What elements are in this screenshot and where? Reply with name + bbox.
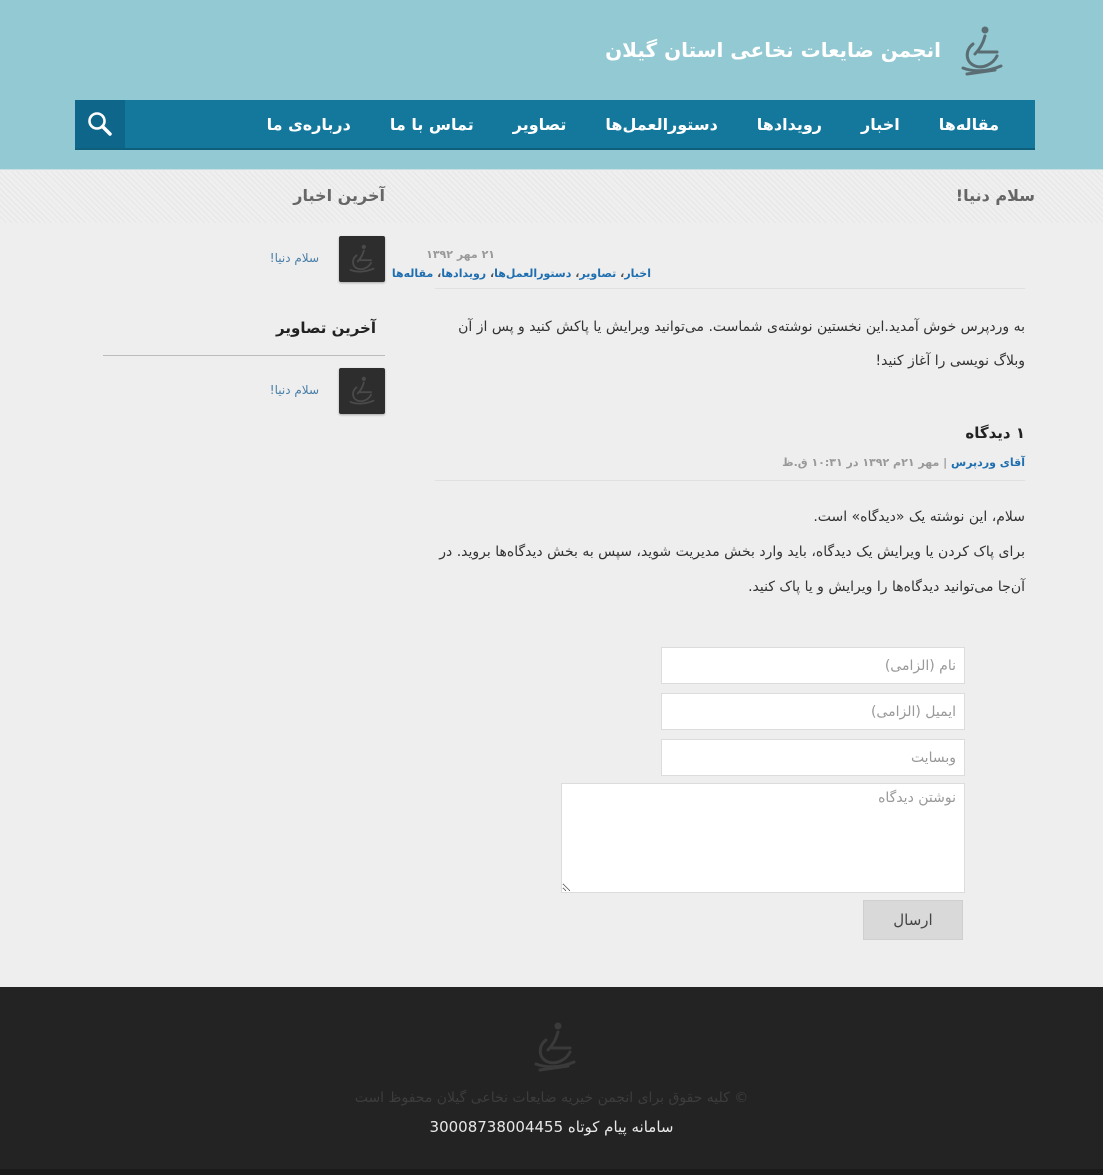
comment-meta: آقای وردپرس | مهر ۲۱م ۱۳۹۲ در ۱۰:۳۱ ق.ظ bbox=[782, 456, 1025, 469]
comment-body: سلام، این نوشته یک «دیدگاه» است. برای پا… bbox=[435, 500, 1025, 605]
sidebar-images-link[interactable]: سلام دنیا! bbox=[270, 383, 319, 397]
site-title[interactable]: انجمن ضایعات نخاعی استان گیلان bbox=[605, 38, 941, 62]
comment-meta-separator: | bbox=[943, 456, 948, 469]
sidebar-latest-images-title: آخرین تصاویر bbox=[276, 319, 376, 337]
wheelchair-logo-icon bbox=[534, 1022, 576, 1072]
comment-line: سلام، این نوشته یک «دیدگاه» است. bbox=[813, 509, 1025, 525]
comment-textarea[interactable] bbox=[561, 783, 965, 893]
nav-item-instructions[interactable]: دستورالعمل‌ها bbox=[605, 115, 717, 134]
site-header: انجمن ضایعات نخاعی استان گیلان مقاله‌ها … bbox=[0, 0, 1103, 170]
search-icon bbox=[88, 112, 112, 136]
post-title: سلام دنیا! bbox=[955, 186, 1035, 205]
submit-button[interactable]: ارسال bbox=[863, 900, 963, 940]
nav-item-contact[interactable]: تماس با ما bbox=[390, 115, 474, 134]
footer-copyright: © کلیه حقوق برای انجمن خیریه ضایعات نخاع… bbox=[354, 1090, 749, 1106]
brand[interactable]: انجمن ضایعات نخاعی استان گیلان bbox=[605, 22, 1007, 78]
main-nav: مقاله‌ها اخبار رویدادها دستورالعمل‌ها تص… bbox=[75, 100, 1035, 150]
nav-item-news[interactable]: اخبار bbox=[861, 115, 900, 134]
email-field[interactable] bbox=[661, 693, 965, 730]
wheelchair-logo-icon bbox=[961, 26, 1003, 76]
name-field[interactable] bbox=[661, 647, 965, 684]
footer-bottom-bar bbox=[0, 1169, 1103, 1175]
search-button[interactable] bbox=[75, 100, 125, 148]
post-date: ۲۱ مهر ۱۳۹۲ bbox=[426, 248, 495, 261]
post-categories: اخبار، تصاویر، دستورالعمل‌ها، رویدادها، … bbox=[391, 267, 651, 280]
site-footer bbox=[0, 987, 1103, 1169]
comment-author-link[interactable]: آقای وردپرس bbox=[951, 456, 1025, 469]
nav-item-articles[interactable]: مقاله‌ها bbox=[939, 115, 999, 134]
divider bbox=[103, 355, 385, 356]
category-link-instructions[interactable]: دستورالعمل‌ها bbox=[494, 267, 571, 280]
website-field[interactable] bbox=[661, 739, 965, 776]
divider bbox=[435, 480, 1025, 481]
wheelchair-logo-icon bbox=[349, 376, 375, 405]
post-thumbnail[interactable] bbox=[339, 236, 385, 282]
post-body: به وردپرس خوش آمدید.این نخستین نوشته‌ی ش… bbox=[458, 319, 1025, 369]
category-link-articles[interactable]: مقاله‌ها bbox=[392, 267, 433, 280]
comment-line: برای پاک کردن یا ویرایش یک دیدگاه، باید … bbox=[439, 544, 1025, 595]
footer-sms: سامانه پیام کوتاه 30008738004455 bbox=[429, 1118, 674, 1136]
post-thumbnail[interactable] bbox=[339, 368, 385, 414]
nav-item-about[interactable]: درباره‌ی ما bbox=[267, 115, 351, 134]
category-link-images[interactable]: تصاویر bbox=[579, 267, 616, 280]
nav-item-events[interactable]: رویدادها bbox=[757, 115, 822, 134]
nav-item-images[interactable]: تصاویر bbox=[513, 115, 567, 134]
category-link-events[interactable]: رویدادها bbox=[441, 267, 486, 280]
divider bbox=[435, 288, 1025, 289]
wheelchair-logo-icon bbox=[349, 244, 375, 273]
sidebar-news-link[interactable]: سلام دنیا! bbox=[270, 251, 319, 265]
title-strip bbox=[0, 171, 1103, 223]
sidebar-latest-news-title: آخرین اخبار bbox=[293, 186, 385, 205]
category-link-news[interactable]: اخبار bbox=[624, 267, 651, 280]
comment-date: مهر ۲۱م ۱۳۹۲ در ۱۰:۳۱ ق.ظ bbox=[782, 456, 940, 469]
nav-items: مقاله‌ها اخبار رویدادها دستورالعمل‌ها تص… bbox=[228, 100, 1035, 148]
comments-title: ۱ دیدگاه bbox=[965, 424, 1025, 442]
